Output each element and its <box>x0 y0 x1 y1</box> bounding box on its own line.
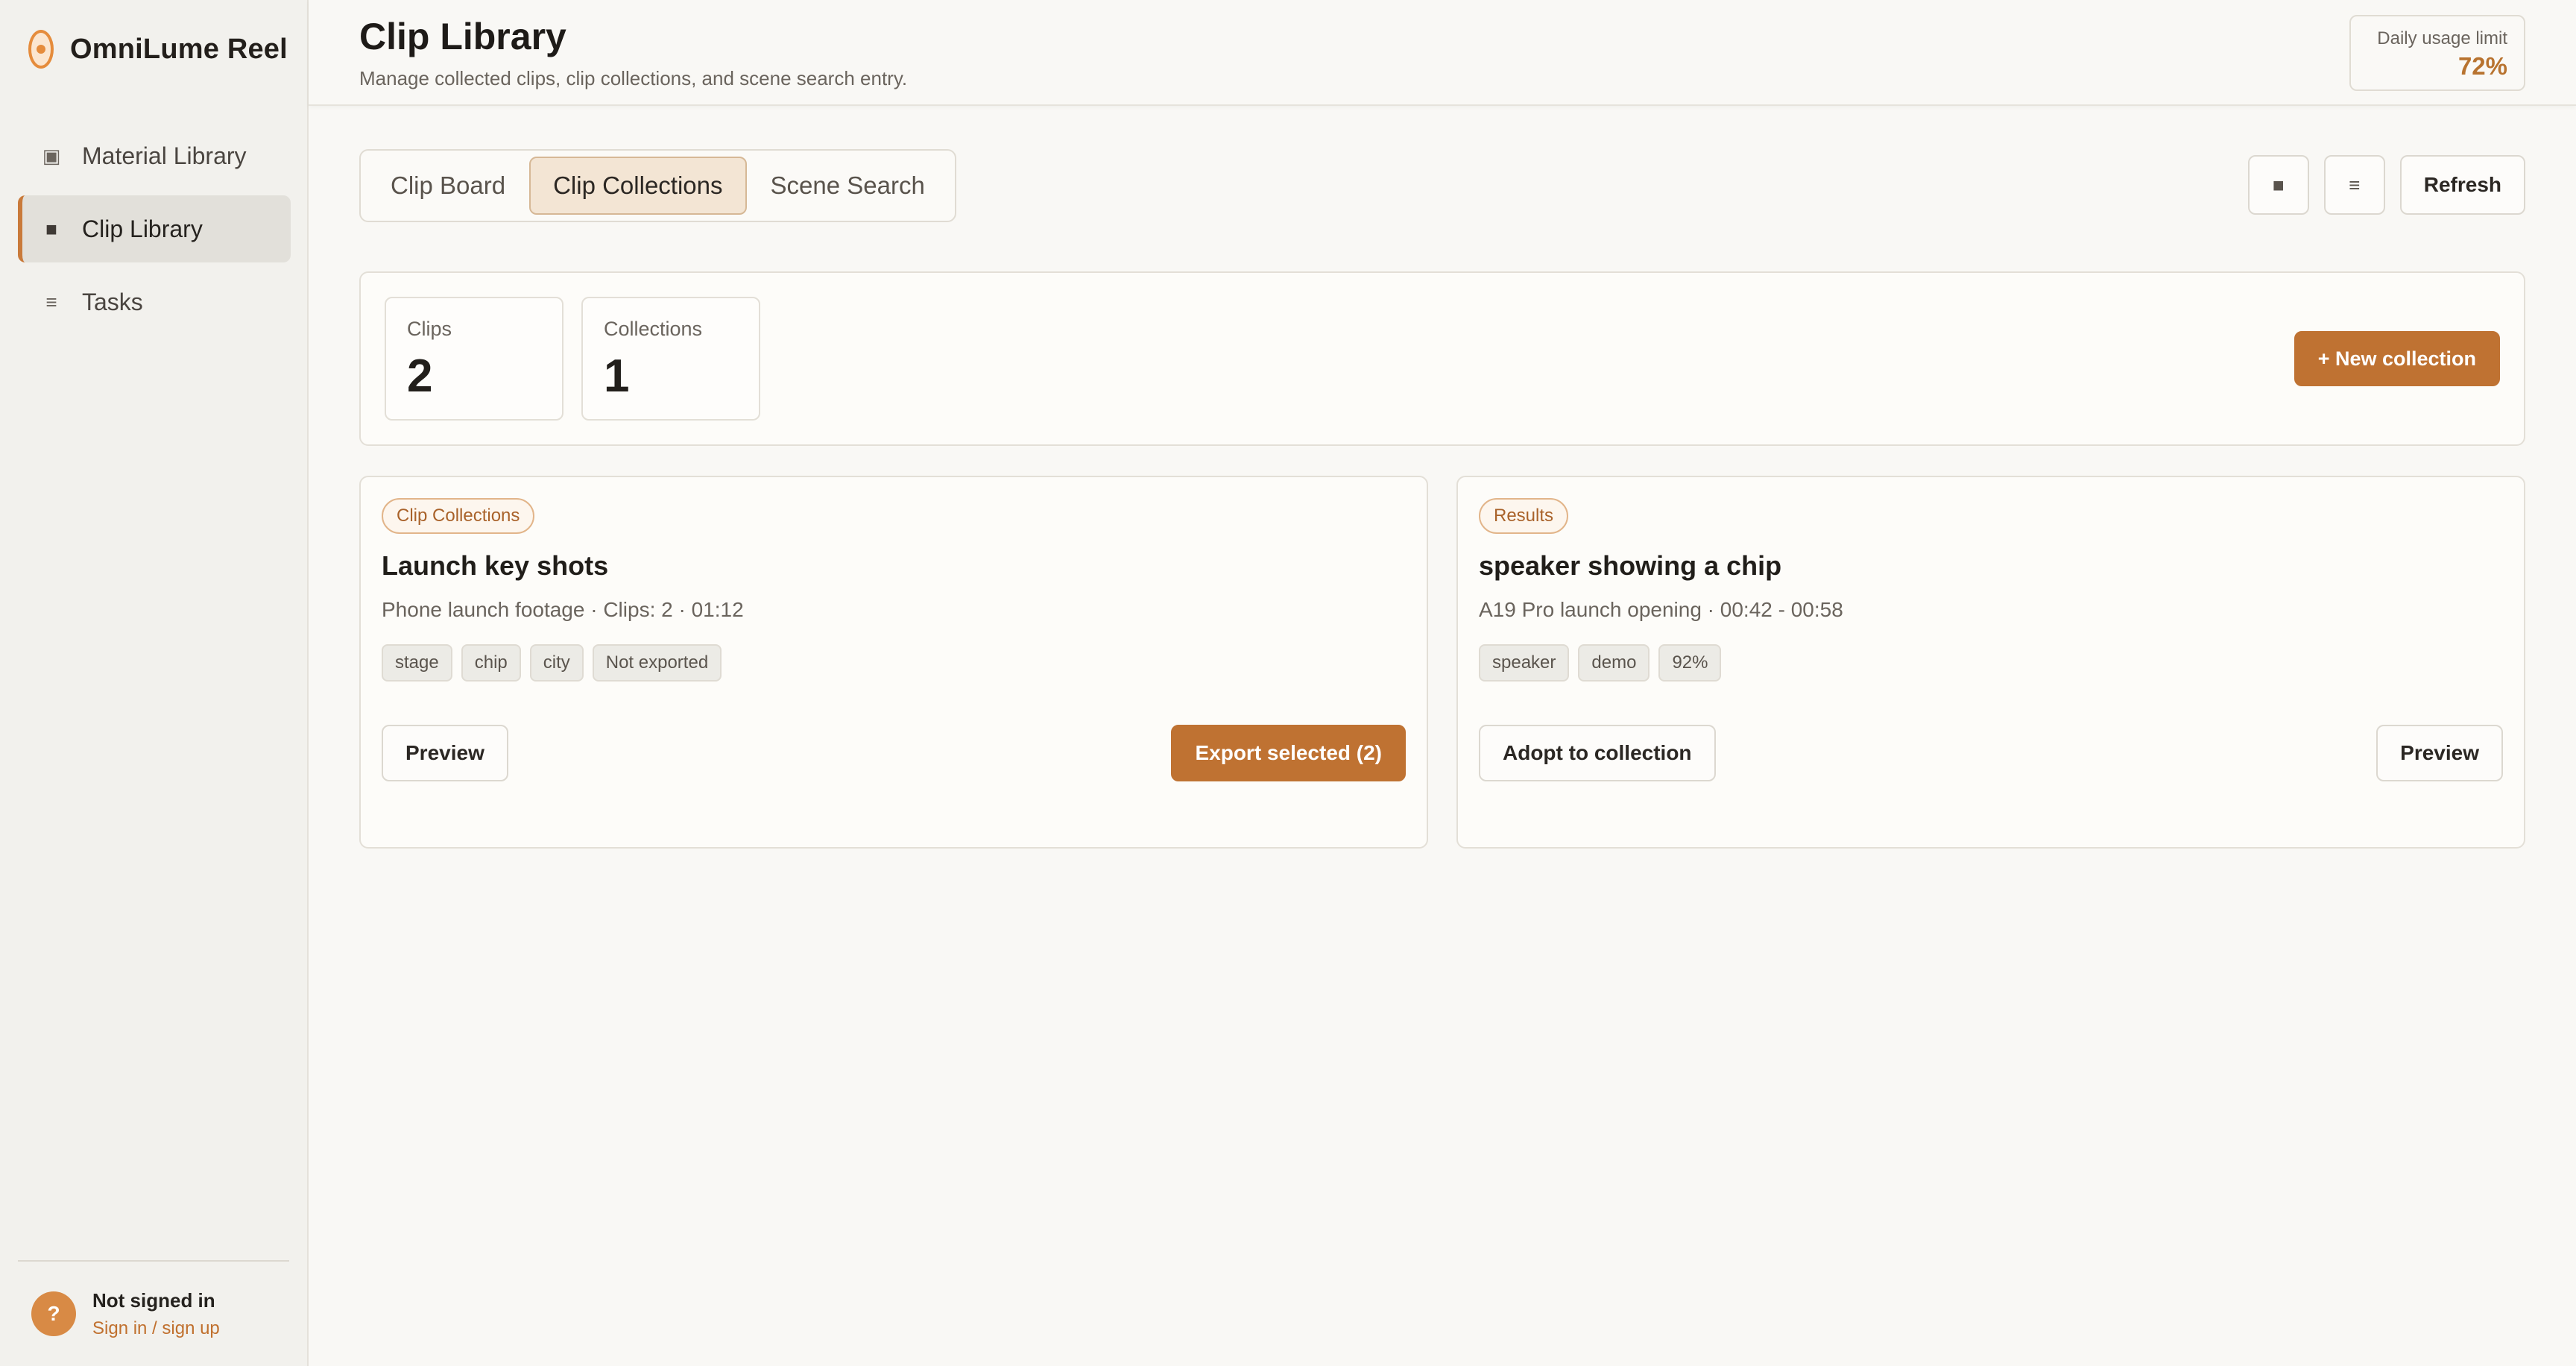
sign-in-link[interactable]: Sign in / sign up <box>92 1318 220 1339</box>
tab-bar: Clip Board Clip Collections Scene Search <box>359 149 956 222</box>
page-header: Clip Library Manage collected clips, cli… <box>309 0 2576 106</box>
tasks-icon: ≡ <box>45 290 57 313</box>
content: Clip Board Clip Collections Scene Search… <box>359 106 2525 849</box>
card-meta: Phone launch footage · Clips: 2 · 01:12 <box>382 598 744 621</box>
result-card: Results speaker showing a chip A19 Pro l… <box>1456 476 2525 849</box>
tag: demo <box>1578 644 1650 682</box>
sidebar-item-label: Material Library <box>82 142 247 169</box>
stat-label: Collections <box>604 318 703 340</box>
tag: stage <box>382 644 452 682</box>
stat-value: 1 <box>604 350 630 402</box>
tab-clip-collections[interactable]: Clip Collections <box>529 157 747 215</box>
toolbar: Clip Board Clip Collections Scene Search… <box>359 106 2525 262</box>
tag: city <box>529 644 584 682</box>
sidebar-item-label: Clip Library <box>82 215 203 242</box>
sidebar-nav: ▣ Material Library ■ Clip Library ≡ Task… <box>18 122 291 342</box>
usage-limit-value: 72% <box>2457 52 2507 80</box>
tag-list: speaker demo 92% <box>1479 644 2503 682</box>
tag: chip <box>461 644 521 682</box>
card-meta: A19 Pro launch opening · 00:42 - 00:58 <box>1479 598 1843 621</box>
tag: speaker <box>1479 644 1570 682</box>
export-selected-button[interactable]: Export selected (2) <box>1171 725 1406 781</box>
card-actions: Preview Export selected (2) <box>382 725 1406 781</box>
adopt-to-collection-button[interactable]: Adopt to collection <box>1479 725 1716 781</box>
tag-list: stage chip city Not exported <box>382 644 1406 682</box>
card-title: speaker showing a chip <box>1479 550 1782 581</box>
sidebar-item-tasks[interactable]: ≡ Tasks <box>18 268 291 336</box>
page-subtitle: Manage collected clips, clip collections… <box>359 67 908 89</box>
user-status: Not signed in <box>92 1288 215 1312</box>
avatar[interactable]: ? <box>31 1291 76 1336</box>
logo-icon <box>28 30 54 69</box>
view-controls: ■ ≡ Refresh <box>2247 155 2525 215</box>
sidebar-item-clip-library[interactable]: ■ Clip Library <box>18 195 291 262</box>
grid-view-icon[interactable]: ■ <box>2247 155 2309 215</box>
list-view-icon[interactable]: ≡ <box>2323 155 2385 215</box>
stat-clips: Clips 2 <box>385 297 564 421</box>
card-actions: Adopt to collection Preview <box>1479 725 2503 781</box>
sidebar-item-label: Tasks <box>82 288 143 315</box>
tab-scene-search[interactable]: Scene Search <box>747 157 949 215</box>
clip-library-icon: ■ <box>45 217 57 240</box>
stat-collections: Collections 1 <box>581 297 760 421</box>
app-root: OmniLume Reel ▣ Material Library ■ Clip … <box>0 0 2576 1366</box>
tab-clip-board[interactable]: Clip Board <box>367 157 529 215</box>
preview-button[interactable]: Preview <box>2376 725 2503 781</box>
usage-limit-box: Daily usage limit 72% <box>2349 15 2525 91</box>
new-collection-button[interactable]: + New collection <box>2294 331 2500 386</box>
refresh-button[interactable]: Refresh <box>2399 155 2525 215</box>
tag: 92% <box>1658 644 1722 682</box>
stat-label: Clips <box>407 318 452 340</box>
stats-panel: Clips 2 Collections 1 + New collection <box>359 271 2525 446</box>
collection-card: Clip Collections Launch key shots Phone … <box>359 476 1428 849</box>
card-title: Launch key shots <box>382 550 609 581</box>
main-area: Clip Library Manage collected clips, cli… <box>309 0 2576 1366</box>
sidebar-item-material-library[interactable]: ▣ Material Library <box>18 122 291 189</box>
account-panel: ? Not signed in Sign in / sign up <box>18 1260 289 1366</box>
usage-limit-label: Daily usage limit <box>2377 28 2507 48</box>
user-info: Not signed in Sign in / sign up <box>92 1289 220 1339</box>
stat-value: 2 <box>407 350 433 402</box>
brand[interactable]: OmniLume Reel <box>28 27 288 72</box>
card-grid: Clip Collections Launch key shots Phone … <box>359 476 2525 849</box>
page-title: Clip Library <box>359 16 566 57</box>
sidebar: OmniLume Reel ▣ Material Library ■ Clip … <box>0 0 309 1366</box>
material-library-icon: ▣ <box>42 144 61 167</box>
app-name: OmniLume Reel <box>70 33 288 65</box>
preview-button[interactable]: Preview <box>382 725 508 781</box>
card-badge: Results <box>1479 498 1569 534</box>
tag: Not exported <box>592 644 722 682</box>
card-badge: Clip Collections <box>382 498 535 534</box>
